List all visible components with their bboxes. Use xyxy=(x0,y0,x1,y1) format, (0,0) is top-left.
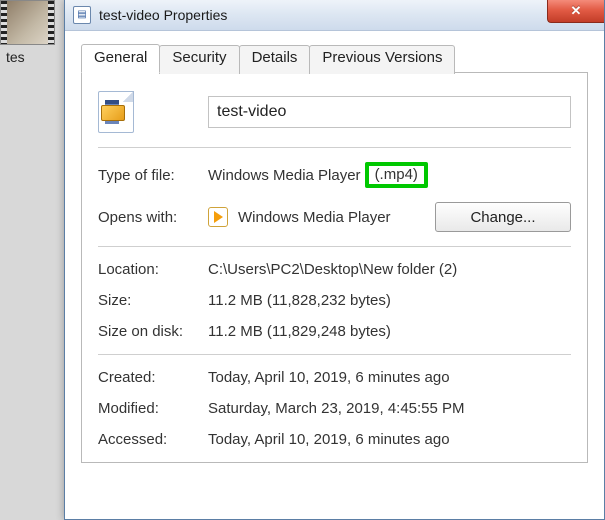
separator xyxy=(98,147,571,148)
created-value: Today, April 10, 2019, 6 minutes ago xyxy=(208,369,571,386)
opens-with-app: Windows Media Player xyxy=(238,209,391,226)
window-title: test-video Properties xyxy=(99,7,227,23)
general-tabpanel: Type of file: Windows Media Player (.mp4… xyxy=(81,73,588,463)
size-value: 11.2 MB (11,828,232 bytes) xyxy=(208,292,571,309)
client-area: General Security Details Previous Versio… xyxy=(65,31,604,519)
tabstrip: General Security Details Previous Versio… xyxy=(81,43,588,73)
location-label: Location: xyxy=(98,261,208,278)
close-button[interactable]: ✕ xyxy=(547,0,604,23)
file-thumbnail-icon xyxy=(0,0,55,45)
file-extension-highlight: (.mp4) xyxy=(365,162,428,188)
window-control-icon: ▤ xyxy=(73,6,91,24)
separator xyxy=(98,354,571,355)
opens-with-label: Opens with: xyxy=(98,209,208,226)
change-opens-with-button[interactable]: Change... xyxy=(435,202,571,232)
size-on-disk-label: Size on disk: xyxy=(98,323,208,340)
properties-window: ▤ test-video Properties ✕ General Securi… xyxy=(64,0,605,520)
modified-label: Modified: xyxy=(98,400,208,417)
accessed-value: Today, April 10, 2019, 6 minutes ago xyxy=(208,431,571,448)
accessed-label: Accessed: xyxy=(98,431,208,448)
tab-general[interactable]: General xyxy=(81,44,160,73)
titlebar[interactable]: ▤ test-video Properties ✕ xyxy=(65,0,604,31)
size-on-disk-value: 11.2 MB (11,829,248 bytes) xyxy=(208,323,571,340)
tab-previous-versions[interactable]: Previous Versions xyxy=(309,45,455,74)
file-type-icon xyxy=(98,91,134,133)
type-of-file-label: Type of file: xyxy=(98,167,208,184)
close-icon: ✕ xyxy=(571,3,582,19)
desktop-file-behind: tes xyxy=(0,0,55,65)
filename-input[interactable] xyxy=(208,96,571,128)
tab-security[interactable]: Security xyxy=(159,45,239,74)
wmp-play-icon xyxy=(208,207,228,227)
file-thumbnail-label: tes xyxy=(0,45,55,65)
modified-value: Saturday, March 23, 2019, 4:45:55 PM xyxy=(208,400,571,417)
tab-details[interactable]: Details xyxy=(239,45,311,74)
created-label: Created: xyxy=(98,369,208,386)
location-value: C:\Users\PC2\Desktop\New folder (2) xyxy=(208,261,571,278)
separator xyxy=(98,246,571,247)
type-of-file-value: Windows Media Player xyxy=(208,167,361,184)
size-label: Size: xyxy=(98,292,208,309)
